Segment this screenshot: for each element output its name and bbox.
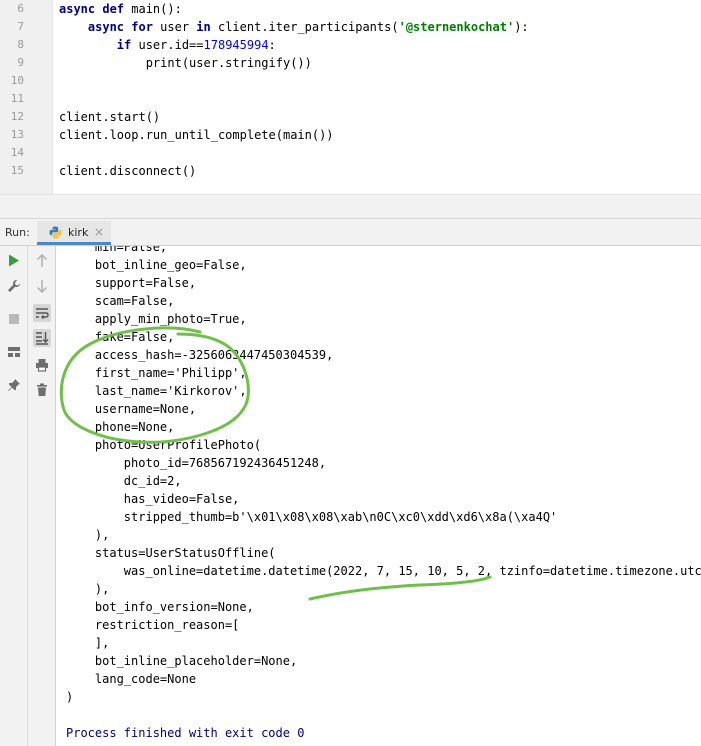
line-number: 15: [10, 164, 24, 177]
run-label: Run:: [5, 226, 30, 239]
run-tab-label: kirk: [68, 226, 89, 239]
line-number: 13: [10, 128, 24, 141]
line-number: 7: [17, 20, 24, 33]
console-line: last_name='Kirkorov',: [66, 384, 247, 398]
console-line: phone=None,: [66, 420, 175, 434]
console-line: status=UserStatusOffline(: [66, 546, 276, 560]
arrow-up-icon[interactable]: [33, 252, 51, 270]
console-line: access_hash=-3256063447450304539,: [66, 348, 334, 362]
code-line: client.loop.run_until_complete(main()): [59, 126, 334, 144]
wrench-icon[interactable]: [5, 277, 23, 295]
code-token: client.loop.run_until_complete(main()): [59, 128, 334, 142]
console-line: scam=False,: [66, 294, 175, 308]
code-token: user.id==: [138, 38, 204, 52]
line-number-gutter: 6 7 8 9 10 11 12 13 14 15: [0, 0, 52, 194]
console-line: lang_code=None: [66, 672, 197, 686]
console-line: bot_info_version=None,: [66, 600, 254, 614]
console-line: support=False,: [66, 276, 197, 290]
code-line: async for user in client.iter_participan…: [59, 18, 529, 36]
console-line: ),: [66, 582, 110, 596]
code-token: in: [196, 20, 218, 34]
console-line: photo_id=768567192436451248,: [66, 456, 327, 470]
code-line: async def main():: [59, 0, 182, 18]
console-line: stripped_thumb=b'\x01\x08\x08\xab\n0C\xc…: [66, 510, 558, 524]
line-number: 8: [17, 38, 24, 51]
close-tab-icon[interactable]: ×: [94, 225, 104, 239]
console-line: bot_inline_geo=False,: [66, 258, 247, 272]
run-tools-column: [0, 246, 28, 746]
arrow-down-icon[interactable]: [33, 277, 51, 295]
console-line: ],: [66, 636, 110, 650]
python-icon: [49, 226, 62, 239]
console-tools-column: [28, 246, 56, 746]
code-line: client.start(): [59, 108, 160, 126]
code-line: print(user.stringify()): [59, 54, 312, 72]
run-icon[interactable]: [5, 251, 23, 269]
code-token: print(user.stringify()): [59, 56, 312, 70]
print-icon[interactable]: [33, 356, 51, 374]
line-number: 10: [10, 74, 24, 87]
code-editor[interactable]: 6 7 8 9 10 11 12 13 14 15 async def main(): async…: [0, 0, 701, 194]
code-token: client.start(): [59, 110, 161, 124]
code-token: '@sternenkochat': [398, 20, 515, 34]
pin-icon[interactable]: [5, 376, 23, 394]
run-console-output[interactable]: min=False, bot_inline_geo=False, support…: [57, 246, 701, 746]
console-line: Process finished with exit code 0: [66, 726, 305, 740]
code-token: client.disconnect(): [59, 164, 197, 178]
console-line: dc_id=2,: [66, 474, 182, 488]
code-token: user: [160, 20, 197, 34]
console-line: fake=False,: [66, 330, 175, 344]
code-token: if: [59, 38, 139, 52]
line-number: 14: [10, 146, 24, 159]
console-line: ),: [66, 528, 110, 542]
editor-bottom-strip: [0, 194, 701, 218]
run-toolbar: Run: kirk ×: [0, 218, 701, 246]
code-token: ):: [514, 20, 529, 34]
code-token: async def: [59, 2, 132, 16]
console-line: has_video=False,: [66, 492, 240, 506]
console-line: apply_min_photo=True,: [66, 312, 247, 326]
console-line: photo=UserProfilePhoto(: [66, 438, 262, 452]
console-line: first_name='Philipp',: [66, 366, 247, 380]
line-number: 11: [10, 92, 24, 105]
code-token: client.iter_participants(: [217, 20, 399, 34]
code-token: 178945994: [203, 38, 269, 52]
line-number: 12: [10, 110, 24, 123]
console-line: ): [66, 690, 74, 704]
run-tab-kirk[interactable]: kirk ×: [37, 221, 111, 245]
soft-wrap-icon[interactable]: [33, 304, 51, 322]
stop-icon[interactable]: [5, 310, 23, 328]
code-token: main():: [131, 2, 182, 16]
gutter-separator: [52, 0, 53, 194]
trash-icon[interactable]: [33, 381, 51, 399]
layout-icon[interactable]: [5, 343, 23, 361]
console-line: restriction_reason=[: [66, 618, 240, 632]
console-line: was_online=datetime.datetime(2022, 7, 15…: [66, 564, 701, 578]
code-token: :: [268, 38, 276, 52]
code-line: client.disconnect(): [59, 162, 196, 180]
console-line: username=None,: [66, 402, 197, 416]
code-line: if user.id==178945994:: [59, 36, 276, 54]
console-line: bot_inline_placeholder=None,: [66, 654, 298, 668]
code-token: async for: [59, 20, 161, 34]
console-line: min=False,: [66, 246, 168, 254]
scroll-to-end-icon[interactable]: [33, 329, 51, 347]
line-number: 6: [17, 2, 24, 15]
line-number: 9: [17, 56, 24, 69]
